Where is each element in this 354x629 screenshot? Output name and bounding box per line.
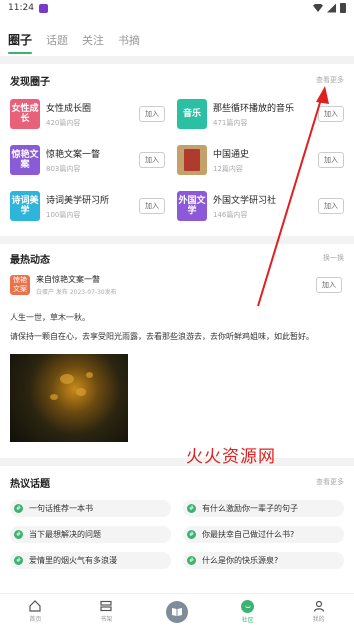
annotation-arrow-icon xyxy=(257,86,329,307)
